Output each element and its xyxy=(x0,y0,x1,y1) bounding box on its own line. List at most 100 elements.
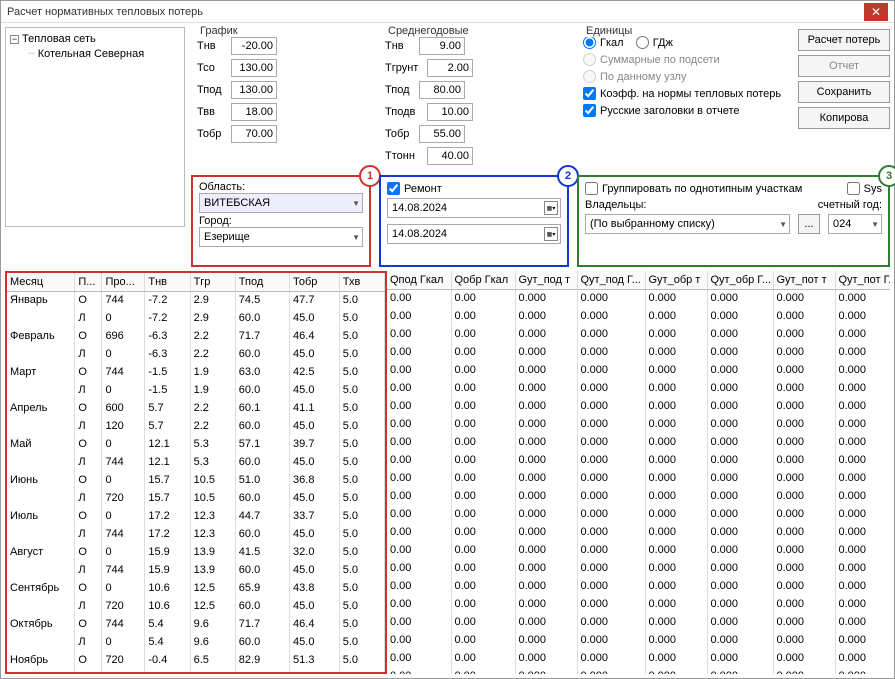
table-row[interactable]: 0.000.000.0000.0000.0000.0000.0000.000 xyxy=(387,631,890,649)
table-row[interactable]: АвгустО015.913.941.532.05.0 xyxy=(7,543,385,561)
sred-tnv[interactable] xyxy=(419,37,465,55)
table-row[interactable]: 0.000.000.0000.0000.0000.0000.0000.000 xyxy=(387,613,890,631)
date2-field[interactable]: 14.08.2024▦▾ xyxy=(387,224,561,244)
gorod-combo[interactable]: Езерище▼ xyxy=(199,227,363,247)
owners-combo[interactable]: (По выбранному списку)▼ xyxy=(585,214,790,234)
table-row[interactable]: Л72010.612.560.045.05.0 xyxy=(7,597,385,615)
table-row[interactable]: СентябрьО010.612.565.943.85.0 xyxy=(7,579,385,597)
report-button[interactable]: Отчет xyxy=(798,55,890,77)
table-row[interactable]: 0.000.000.0000.0000.0000.0000.0000.000 xyxy=(387,361,890,379)
table-row[interactable]: 0.000.000.0000.0000.0000.0000.0000.000 xyxy=(387,541,890,559)
col-header[interactable]: Qут_под Г... xyxy=(577,271,645,289)
table-row[interactable]: ФевральО696-6.32.271.746.45.0 xyxy=(7,327,385,345)
sred-tpodv[interactable] xyxy=(427,103,473,121)
tree-root[interactable]: −Тепловая сеть xyxy=(10,32,180,46)
col-header[interactable]: Тнв xyxy=(145,273,190,291)
check-group[interactable]: Группировать по однотипным участкам xyxy=(585,182,802,195)
table-row[interactable]: Л0-0.46.560.045.05.0 xyxy=(7,669,385,674)
tree-child[interactable]: ┈ Котельная Северная xyxy=(28,46,180,61)
sred-tobr[interactable] xyxy=(419,125,465,143)
table-row[interactable]: Л74417.212.360.045.05.0 xyxy=(7,525,385,543)
grafik-tvv[interactable] xyxy=(231,103,277,121)
radio-gdj[interactable]: ГДж xyxy=(636,36,673,49)
table-row[interactable]: НоябрьО720-0.46.582.951.35.0 xyxy=(7,651,385,669)
col-header[interactable]: П... xyxy=(75,273,102,291)
grafik-tso[interactable] xyxy=(231,59,277,77)
remont-box: 2 Ремонт 14.08.2024▦▾ 14.08.2024▦▾ xyxy=(379,175,569,267)
copy-button[interactable]: Копирова xyxy=(798,107,890,129)
table-row[interactable]: Л0-7.22.960.045.05.0 xyxy=(7,309,385,327)
col-header[interactable]: Qобр Гкал xyxy=(451,271,515,289)
col-header[interactable]: Месяц xyxy=(7,273,75,291)
tree-view[interactable]: −Тепловая сеть ┈ Котельная Северная xyxy=(5,27,185,227)
table-row[interactable]: Л74412.15.360.045.05.0 xyxy=(7,453,385,471)
grafik-tobr[interactable] xyxy=(231,125,277,143)
table-row[interactable]: 0.000.000.0000.0000.0000.0000.0000.000 xyxy=(387,595,890,613)
table-row[interactable]: ОктябрьО7445.49.671.746.45.0 xyxy=(7,615,385,633)
table-row[interactable]: 0.000.000.0000.0000.0000.0000.0000.000 xyxy=(387,505,890,523)
check-sys[interactable]: Sys xyxy=(847,182,882,195)
oblast-combo[interactable]: ВИТЕБСКАЯ▼ xyxy=(199,193,363,213)
col-header[interactable]: Тхв xyxy=(339,273,384,291)
grafik-tnv[interactable] xyxy=(231,37,277,55)
owners-box: 3 Группировать по однотипным участкам Sy… xyxy=(577,175,890,267)
col-header[interactable]: Qут_обр Г... xyxy=(707,271,773,289)
col-header[interactable]: Gут_обр т xyxy=(645,271,707,289)
col-header[interactable]: Тпод xyxy=(235,273,289,291)
sred-tgrunt[interactable] xyxy=(427,59,473,77)
date1-field[interactable]: 14.08.2024▦▾ xyxy=(387,198,561,218)
check-rus[interactable]: Русские заголовки в отчете xyxy=(583,104,740,117)
calendar-icon[interactable]: ▦▾ xyxy=(544,227,558,241)
table-row[interactable]: Л05.49.660.045.05.0 xyxy=(7,633,385,651)
sred-tpod[interactable] xyxy=(419,81,465,99)
collapse-icon[interactable]: − xyxy=(10,35,19,44)
col-header[interactable]: Про... xyxy=(102,273,145,291)
right-table[interactable]: Qпод ГкалQобр ГкалGут_под тQут_под Г...G… xyxy=(387,271,890,674)
table-row[interactable]: 0.000.000.0000.0000.0000.0000.0000.000 xyxy=(387,289,890,307)
table-row[interactable]: ЯнварьО744-7.22.974.547.75.0 xyxy=(7,291,385,309)
col-header[interactable]: Gут_пот т xyxy=(773,271,835,289)
table-row[interactable]: ИюньО015.710.551.036.85.0 xyxy=(7,471,385,489)
check-remont[interactable]: Ремонт xyxy=(387,182,442,195)
table-row[interactable]: ИюльО017.212.344.733.75.0 xyxy=(7,507,385,525)
col-header[interactable]: Qут_пот Г... xyxy=(835,271,890,289)
col-header[interactable]: Тгр xyxy=(190,273,235,291)
table-row[interactable]: 0.000.000.0000.0000.0000.0000.0000.000 xyxy=(387,325,890,343)
table-row[interactable]: 0.000.000.0000.0000.0000.0000.0000.000 xyxy=(387,577,890,595)
table-row[interactable]: МартО744-1.51.963.042.55.0 xyxy=(7,363,385,381)
radio-gkal[interactable]: Гкал xyxy=(583,36,624,49)
table-row[interactable]: МайО012.15.357.139.75.0 xyxy=(7,435,385,453)
table-row[interactable]: 0.000.000.0000.0000.0000.0000.0000.000 xyxy=(387,451,890,469)
calendar-icon[interactable]: ▦▾ xyxy=(544,201,558,215)
save-button[interactable]: Сохранить xyxy=(798,81,890,103)
table-row[interactable]: 0.000.000.0000.0000.0000.0000.0000.000 xyxy=(387,523,890,541)
table-row[interactable]: Л1205.72.260.045.05.0 xyxy=(7,417,385,435)
table-row[interactable]: 0.000.000.0000.0000.0000.0000.0000.000 xyxy=(387,667,890,674)
sred-ttonn[interactable] xyxy=(427,147,473,165)
col-header[interactable]: Тобр xyxy=(290,273,340,291)
table-row[interactable]: 0.000.000.0000.0000.0000.0000.0000.000 xyxy=(387,379,890,397)
close-button[interactable]: ✕ xyxy=(864,3,888,21)
table-row[interactable]: 0.000.000.0000.0000.0000.0000.0000.000 xyxy=(387,307,890,325)
table-row[interactable]: 0.000.000.0000.0000.0000.0000.0000.000 xyxy=(387,397,890,415)
table-row[interactable]: Л0-1.51.960.045.05.0 xyxy=(7,381,385,399)
col-header[interactable]: Gут_под т xyxy=(515,271,577,289)
table-row[interactable]: Л0-6.32.260.045.05.0 xyxy=(7,345,385,363)
table-row[interactable]: Л72015.710.560.045.05.0 xyxy=(7,489,385,507)
table-row[interactable]: 0.000.000.0000.0000.0000.0000.0000.000 xyxy=(387,487,890,505)
grafik-tpod[interactable] xyxy=(231,81,277,99)
col-header[interactable]: Qпод Гкал xyxy=(387,271,451,289)
table-row[interactable]: 0.000.000.0000.0000.0000.0000.0000.000 xyxy=(387,415,890,433)
table-row[interactable]: 0.000.000.0000.0000.0000.0000.0000.000 xyxy=(387,343,890,361)
table-row[interactable]: Л74415.913.960.045.05.0 xyxy=(7,561,385,579)
year-combo[interactable]: 024▼ xyxy=(828,214,882,234)
table-row[interactable]: 0.000.000.0000.0000.0000.0000.0000.000 xyxy=(387,469,890,487)
table-row[interactable]: 0.000.000.0000.0000.0000.0000.0000.000 xyxy=(387,559,890,577)
table-row[interactable]: 0.000.000.0000.0000.0000.0000.0000.000 xyxy=(387,433,890,451)
owners-more-button[interactable]: ... xyxy=(798,214,820,234)
left-table[interactable]: МесяцП...Про...ТнвТгрТподТобрТхв ЯнварьО… xyxy=(5,271,387,674)
table-row[interactable]: АпрельО6005.72.260.141.15.0 xyxy=(7,399,385,417)
calc-button[interactable]: Расчет потерь xyxy=(798,29,890,51)
check-koef[interactable]: Коэфф. на нормы тепловых потерь xyxy=(583,87,781,100)
table-row[interactable]: 0.000.000.0000.0000.0000.0000.0000.000 xyxy=(387,649,890,667)
